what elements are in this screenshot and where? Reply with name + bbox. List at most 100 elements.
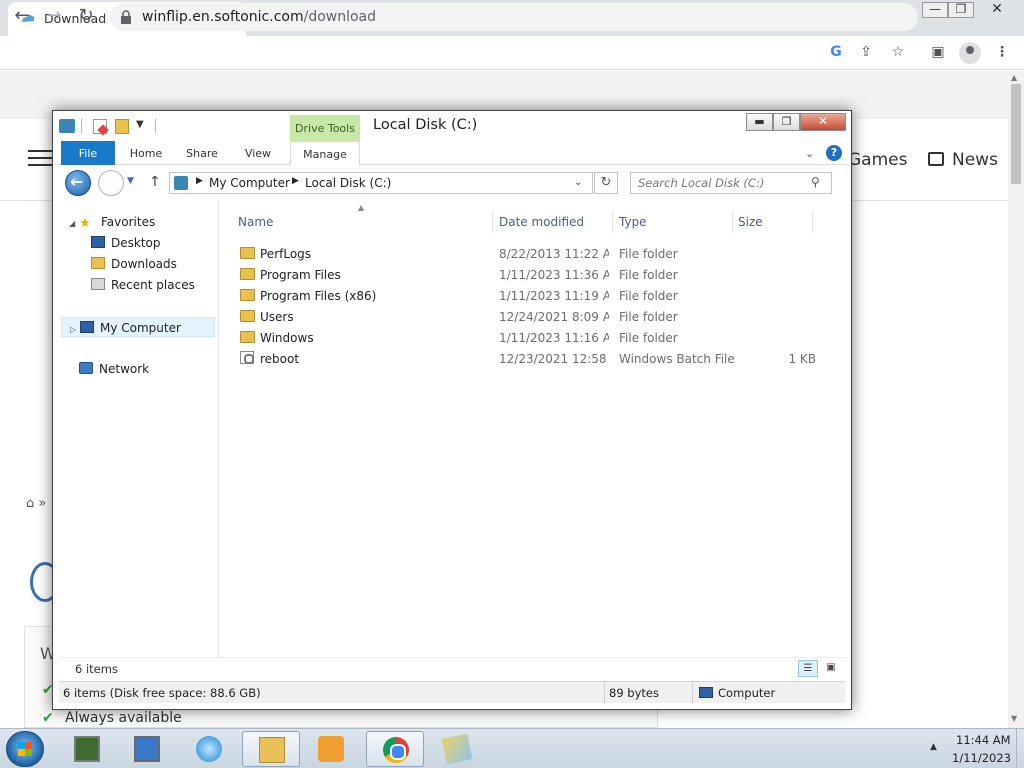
file-row[interactable]: reboot 12/23/2021 12:58 ... Windows Batc… — [236, 349, 836, 370]
file-date: 1/11/2023 11:16 AM — [499, 331, 609, 345]
file-date: 8/22/2013 11:22 AM — [499, 247, 609, 261]
nav-label: Favorites — [101, 215, 156, 229]
column-divider[interactable] — [492, 211, 493, 233]
taskbar-app-chrome[interactable] — [366, 731, 424, 767]
taskbar-app-explorer[interactable] — [242, 731, 300, 767]
column-header-type[interactable]: Type — [619, 215, 647, 229]
item-count-bar: 6 items ☰ ▣ — [59, 657, 847, 679]
breadcrumb[interactable]: ⌂ » — [26, 496, 46, 511]
explorer-close-button[interactable]: ✕ — [800, 113, 846, 131]
file-type: File folder — [619, 247, 678, 261]
collapse-triangle-icon[interactable]: ◢ — [69, 214, 79, 234]
google-lens-icon[interactable]: G — [826, 43, 846, 61]
show-desktop-button[interactable] — [1016, 729, 1024, 768]
search-input[interactable]: Search Local Disk (C:) ⚲ — [630, 172, 832, 194]
tab-file[interactable]: File — [61, 141, 115, 165]
tab-view[interactable]: View — [233, 141, 283, 165]
file-row[interactable]: Program Files 1/11/2023 11:36 AM File fo… — [236, 265, 836, 286]
refresh-icon[interactable]: ↻ — [594, 172, 618, 194]
file-name: Windows — [260, 331, 314, 345]
forward-arrow-icon[interactable]: → — [42, 6, 66, 28]
new-folder-icon[interactable] — [115, 119, 129, 134]
back-button-icon[interactable] — [65, 170, 91, 196]
up-arrow-icon[interactable]: ↑ — [149, 174, 161, 190]
scroll-down-arrow-icon[interactable]: ▼ — [1011, 714, 1017, 723]
forward-button-icon[interactable] — [98, 170, 124, 196]
breadcrumb-arrow-icon[interactable]: ▶ — [196, 176, 203, 186]
share-icon[interactable]: ⇪ — [856, 43, 876, 61]
recent-places-icon — [91, 278, 105, 290]
clock-time[interactable]: 11:44 AM — [956, 733, 1011, 747]
file-row[interactable]: Windows 1/11/2023 11:16 AM File folder — [236, 328, 836, 349]
explorer-minimize-button[interactable]: ▬ — [746, 113, 773, 131]
folder-icon — [240, 247, 255, 259]
downloads-folder-icon — [91, 257, 105, 269]
hamburger-menu-icon[interactable] — [28, 150, 52, 168]
tab-share[interactable]: Share — [177, 141, 227, 165]
show-hidden-icons-icon[interactable]: ▲ — [930, 742, 937, 752]
tab-manage[interactable]: Manage — [290, 141, 360, 166]
column-header-size[interactable]: Size — [738, 215, 763, 229]
nav-news-link[interactable]: News — [952, 150, 998, 170]
window-title: Local Disk (C:) — [373, 117, 478, 133]
status-divider — [604, 682, 605, 704]
profile-avatar-icon[interactable] — [959, 42, 981, 64]
large-icons-view-icon[interactable]: ▣ — [821, 660, 841, 677]
details-view-icon[interactable]: ☰ — [798, 660, 818, 677]
column-header-date-modified[interactable]: Date modified — [499, 215, 584, 229]
window-close-button[interactable]: ✕ — [982, 2, 1012, 18]
file-name-cell: reboot — [236, 349, 486, 370]
expand-ribbon-chevron-icon[interactable]: ⌄ — [805, 147, 814, 160]
tab-home[interactable]: Home — [121, 141, 171, 165]
file-row[interactable]: Users 12/24/2021 8:09 AM File folder — [236, 307, 836, 328]
taskbar-app-monitor[interactable] — [58, 731, 116, 767]
reload-icon[interactable]: ↻ — [74, 6, 98, 28]
breadcrumb-local-disk[interactable]: Local Disk (C:) — [305, 176, 391, 190]
clock-date[interactable]: 1/11/2023 — [952, 751, 1011, 765]
scroll-up-arrow-icon[interactable]: ▲ — [1011, 73, 1017, 82]
taskbar-app-ie[interactable] — [180, 731, 238, 767]
nav-downloads[interactable]: Downloads — [91, 254, 177, 274]
scrollbar-thumb[interactable] — [1011, 84, 1021, 184]
window-minimize-button[interactable]: — — [922, 2, 948, 18]
customize-toolbar-chevron-icon[interactable]: ▼ — [136, 119, 144, 130]
file-name-cell: Windows — [236, 328, 486, 349]
start-button-windows-icon[interactable] — [6, 731, 44, 767]
expand-triangle-icon[interactable]: ▷ — [70, 320, 80, 340]
file-row[interactable]: Program Files (x86) 1/11/2023 11:19 AM F… — [236, 286, 836, 307]
nav-my-computer[interactable]: ▷ My Computer — [61, 317, 215, 337]
column-header-name[interactable]: Name — [238, 215, 273, 229]
properties-icon[interactable] — [93, 119, 107, 134]
breadcrumb-my-computer[interactable]: My Computer — [209, 176, 290, 190]
url-path: /download — [303, 9, 377, 25]
kebab-menu-icon[interactable]: ⋮ — [992, 43, 1012, 61]
window-restore-button[interactable]: ❐ — [948, 2, 974, 18]
file-name: PerfLogs — [260, 247, 312, 261]
column-divider[interactable] — [732, 211, 733, 233]
taskbar-app-remote[interactable] — [118, 731, 176, 767]
recent-locations-chevron-icon[interactable]: ▼ — [127, 176, 134, 186]
bookmark-star-icon[interactable]: ☆ — [888, 43, 908, 61]
nav-games-link[interactable]: Games — [848, 150, 907, 170]
nav-desktop[interactable]: Desktop — [91, 233, 161, 253]
explorer-restore-button[interactable]: ❐ — [773, 113, 800, 131]
column-divider[interactable] — [812, 211, 813, 233]
folder-icon — [240, 310, 255, 322]
taskbar-app-winflip[interactable] — [428, 731, 486, 767]
nav-network[interactable]: Network — [69, 359, 149, 379]
file-row[interactable]: PerfLogs 8/22/2013 11:22 AM File folder — [236, 244, 836, 265]
side-panel-icon[interactable]: ▣ — [928, 43, 948, 61]
search-icon[interactable]: ⚲ — [811, 175, 820, 189]
column-divider[interactable] — [612, 211, 613, 233]
nav-favorites[interactable]: ◢ ★ Favorites — [69, 212, 155, 232]
batch-file-icon — [240, 351, 254, 364]
taskbar-app-media[interactable] — [302, 731, 360, 767]
address-history-chevron-icon[interactable]: ⌄ — [574, 177, 582, 188]
back-arrow-icon[interactable]: ← — [10, 6, 34, 28]
explorer-address-bar[interactable]: ▶ My Computer ▶ Local Disk (C:) ⌄ — [169, 172, 593, 194]
address-bar[interactable]: winflip.en.softonic.com/download — [110, 3, 918, 31]
breadcrumb-arrow-icon[interactable]: ▶ — [292, 176, 299, 186]
nav-recent-places[interactable]: Recent places — [91, 275, 195, 295]
status-bar: 6 items (Disk free space: 88.6 GB) 89 by… — [59, 681, 845, 704]
help-icon[interactable]: ? — [826, 145, 842, 161]
